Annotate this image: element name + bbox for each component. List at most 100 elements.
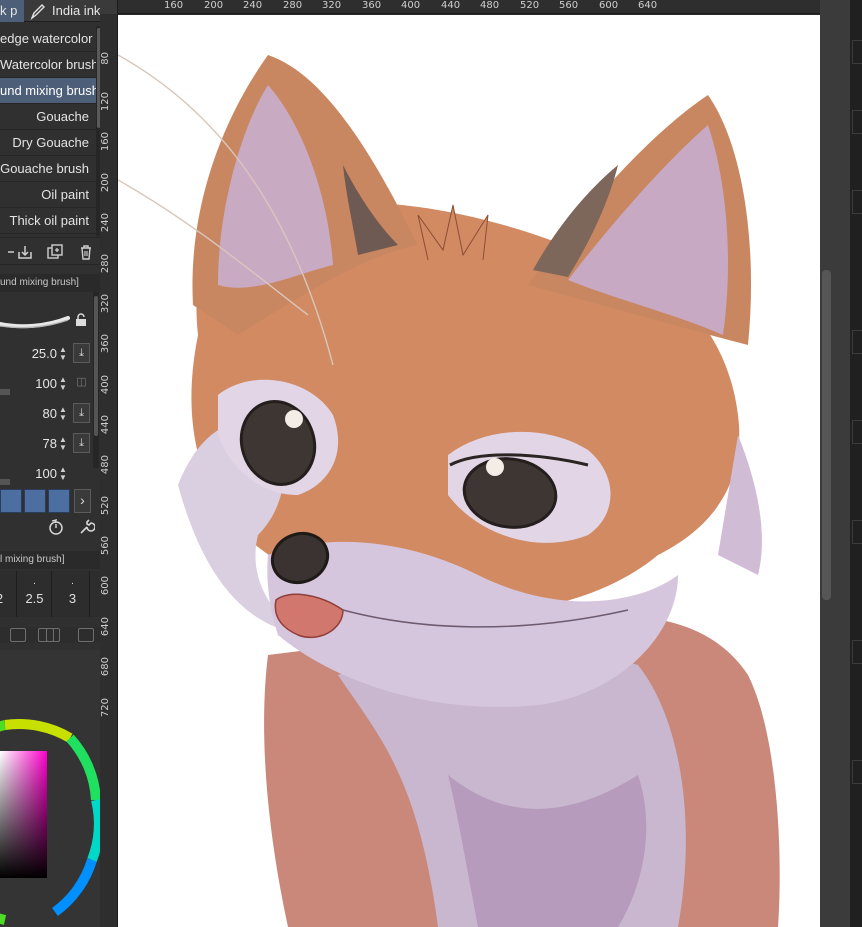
ruler-label: 160 (100, 132, 111, 152)
wrench-icon[interactable] (77, 518, 95, 536)
brush-size-panel-title: l mixing brush] (0, 554, 65, 565)
import-icon[interactable] (16, 243, 34, 261)
ruler-label: 360 (362, 0, 382, 11)
brush-item-label: Gouache (36, 109, 89, 124)
ruler-label: 280 (100, 254, 111, 274)
spin-arrows-icon[interactable]: ▲ ▼ (58, 466, 68, 482)
ruler-label: 200 (100, 173, 111, 193)
brush-item-edge-watercolor[interactable]: edge watercolor (0, 26, 96, 52)
pen-nib-icon (30, 4, 45, 20)
fox-illustration (118, 54, 780, 927)
ruler-label: 640 (638, 0, 658, 11)
canvas-vertical-scrollbar[interactable] (822, 270, 831, 600)
sub-tool-tab-1[interactable]: k p (0, 0, 24, 22)
ruler-horizontal: 160 200 240 280 320 360 400 440 480 520 … (118, 0, 820, 14)
drawing-canvas[interactable] (118, 15, 820, 927)
panel-edge-marker (852, 520, 862, 544)
amount-of-paint-row: 80 ▲ ▼ ⤓ (0, 400, 96, 428)
ruler-label: 520 (520, 0, 540, 11)
density-of-paint-value[interactable]: 78 (43, 436, 57, 451)
brush-item-label: Gouache brush (0, 161, 89, 176)
brush-item-round-mixing-brush[interactable]: und mixing brush (0, 78, 96, 104)
spin-arrows-icon[interactable]: ▲ ▼ (58, 436, 68, 452)
pressure-toggle-disabled-icon: ◫ (76, 376, 87, 388)
size-preset-2[interactable]: . 2 (0, 571, 17, 617)
size-preset-label: 2 (0, 589, 16, 609)
ruler-label: 200 (204, 0, 224, 11)
panel-edge-marker (852, 110, 862, 134)
ruler-label: 520 (100, 496, 111, 516)
ruler-label: 440 (100, 415, 111, 435)
brush-item-oil-paint[interactable]: Oil paint (0, 182, 96, 208)
lock-icon[interactable] (74, 313, 88, 327)
ruler-label: 440 (441, 0, 461, 11)
pressure-toggle-button[interactable]: ⤓ (73, 433, 90, 453)
brush-size-value[interactable]: 25.0 (32, 346, 57, 361)
tool-property-scrollbar[interactable] (93, 292, 99, 468)
duplicate-icon[interactable] (46, 243, 64, 261)
brush-item-dry-gouache[interactable]: Dry Gouache (0, 130, 96, 156)
fox-right-eye-highlight (486, 458, 504, 476)
brush-item-label: Oil paint (41, 187, 89, 202)
panel-edge-marker (852, 190, 862, 214)
size-preset-3[interactable]: . 3 (56, 571, 90, 617)
trash-icon[interactable] (77, 243, 95, 261)
ruler-label: 640 (100, 617, 111, 637)
size-dot-icon: . (71, 576, 74, 587)
size-preset-label: 2.5 (25, 591, 44, 606)
layer-icon[interactable] (10, 628, 26, 642)
brush-item-watercolor-brush[interactable]: Watercolor brush (0, 52, 96, 78)
ruler-label: 400 (100, 375, 111, 395)
density-value[interactable]: 100 (35, 376, 57, 391)
image-icon[interactable] (78, 628, 94, 642)
slider-fill[interactable] (0, 479, 10, 485)
brush-tip-swatch[interactable] (48, 489, 70, 513)
ruler-label: 480 (100, 455, 111, 475)
ruler-label: 400 (401, 0, 421, 11)
brush-list: edge watercolor Watercolor brush und mix… (0, 26, 96, 234)
ruler-label: 560 (100, 536, 111, 556)
ruler-label: 240 (100, 213, 111, 233)
brush-item-label: edge watercolor (0, 31, 93, 46)
pressure-toggle-button[interactable]: ⤓ (73, 343, 90, 363)
brush-item-gouache-brush[interactable]: Gouache brush (0, 156, 96, 182)
density-row: 100 ▲ ▼ ◫ (0, 370, 96, 398)
ruler-label: 560 (559, 0, 579, 11)
brush-item-label: Dry Gouache (12, 135, 89, 150)
spin-arrows-icon[interactable]: ▲ ▼ (58, 406, 68, 422)
ruler-label: 320 (322, 0, 342, 11)
ruler-label: 600 (599, 0, 619, 11)
slider-fill[interactable] (0, 389, 10, 395)
size-preset-2-5[interactable]: . 2.5 (18, 571, 52, 617)
reset-icon[interactable] (47, 518, 65, 536)
chevron-right-icon[interactable]: › (74, 489, 91, 513)
ruler-vertical: 80 120 160 200 240 280 320 360 400 440 4… (100, 14, 118, 927)
panel-edge-marker (852, 40, 862, 64)
spin-arrows-icon[interactable]: ▲ ▼ (58, 376, 68, 392)
panel-edge-marker (852, 330, 862, 354)
fox-left-eye-highlight (285, 410, 303, 428)
pressure-toggle-button[interactable]: ⤓ (73, 403, 90, 423)
ruler-label: 480 (480, 0, 500, 11)
ruler-label: 240 (243, 0, 263, 11)
ruler-label: 160 (164, 0, 184, 11)
scrollbar-thumb[interactable] (94, 296, 98, 436)
brush-item-gouache[interactable]: Gouache (0, 104, 96, 130)
ruler-label: 600 (100, 576, 111, 596)
panel-edge-marker (852, 640, 862, 664)
brush-item-label: und mixing brush (0, 83, 96, 98)
color-stretch-value[interactable]: 100 (35, 466, 57, 481)
brush-tip-swatch[interactable] (0, 489, 22, 513)
brush-tip-swatch[interactable] (24, 489, 46, 513)
brush-item-thick-oil-paint[interactable]: Thick oil paint (0, 208, 96, 234)
ruler-label: 720 (100, 698, 111, 718)
sub-tool-tab-1-label: k p (0, 3, 18, 18)
ruler-label: 320 (100, 294, 111, 314)
size-preset-label: 3 (68, 591, 77, 606)
ruler-label: 360 (100, 334, 111, 354)
folder-icon[interactable] (46, 628, 60, 642)
color-stretch-row: 100 ▲ ▼ (0, 460, 96, 488)
amount-of-paint-value[interactable]: 80 (43, 406, 57, 421)
spin-arrows-icon[interactable]: ▲ ▼ (58, 346, 68, 362)
ruler-label: 280 (283, 0, 303, 11)
